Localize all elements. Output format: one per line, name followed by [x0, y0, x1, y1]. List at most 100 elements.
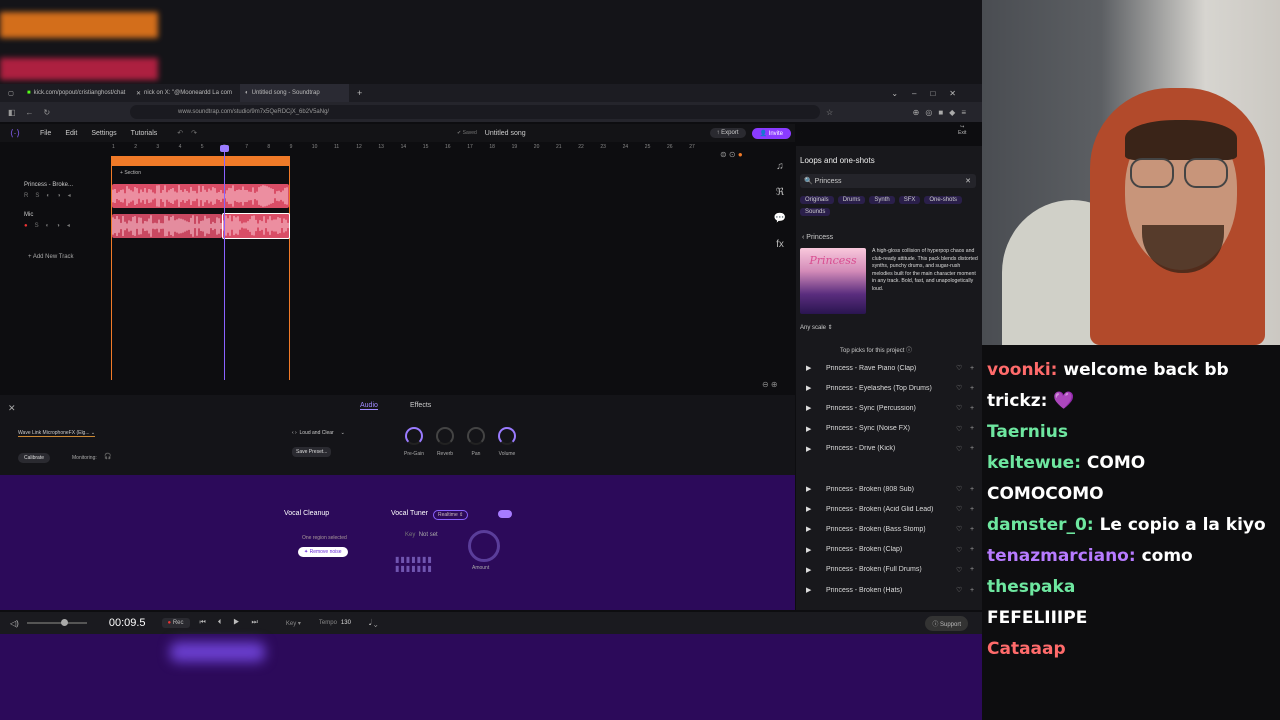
- knob-volume[interactable]: Volume: [495, 427, 519, 457]
- filter-drums[interactable]: Drums: [837, 196, 866, 204]
- add-track-button[interactable]: + Add New Track: [28, 254, 74, 260]
- knob-pre-gain[interactable]: Pre-Gain: [402, 427, 426, 457]
- master-volume-icon[interactable]: ◁): [10, 619, 19, 628]
- loop-item[interactable]: ▶ Princess - Broken (Clap) ♡ +: [796, 540, 982, 560]
- track-header-1[interactable]: Princess - Broke... RS◐◑◂: [10, 182, 108, 208]
- window-controls[interactable]: ⌄–□✕: [891, 89, 970, 98]
- knob-reverb[interactable]: Reverb: [433, 427, 457, 457]
- side-icon-column[interactable]: ♫ ℜ 💬 fx: [772, 154, 788, 258]
- playhead-handle[interactable]: [220, 145, 229, 152]
- vocal-tuner-toggle[interactable]: [498, 510, 512, 518]
- back-to-packs-link[interactable]: ‹ Princess: [802, 234, 833, 241]
- tab-audio[interactable]: Audio: [360, 402, 378, 410]
- browser-tab[interactable]: ■ kick.com/popout/cristianghost/chat: [22, 84, 131, 102]
- add-icon: +: [970, 505, 975, 513]
- loop-item[interactable]: ▶ Princess - Drive (Kick) ♡ +: [796, 439, 982, 459]
- menu-tutorials[interactable]: Tutorials: [131, 130, 158, 137]
- timeline-tools[interactable]: ⊜ ⊙ ●: [720, 150, 743, 159]
- knob-dial: [436, 427, 454, 445]
- soundtrap-logo-icon[interactable]: ⟨·⟩: [10, 128, 20, 139]
- preset-select[interactable]: ‹ › Loud and Clear ⌄: [292, 430, 345, 436]
- tab-effects[interactable]: Effects: [410, 402, 431, 409]
- filter-originals[interactable]: Originals: [800, 196, 834, 204]
- play-icon: ▶: [806, 486, 812, 493]
- filter-sfx[interactable]: SFX: [898, 196, 921, 204]
- bookmark-star-icon[interactable]: ☆: [826, 108, 833, 117]
- scale-select[interactable]: Any scale ⇕: [800, 324, 833, 331]
- track-controls[interactable]: RS◐◑◂: [10, 192, 108, 199]
- url-input[interactable]: www.soundtrap.com/studio/9m7x5QeRDCjX_6b…: [130, 105, 820, 119]
- favorite-icon: ♡: [956, 486, 963, 493]
- add-icon: +: [970, 566, 975, 574]
- play-icon: ▶: [806, 425, 812, 433]
- input-device-select[interactable]: Wave Link MicrophoneFX (Elg... ⌄: [18, 430, 96, 437]
- support-button[interactable]: ⓘ Support: [925, 615, 968, 631]
- remove-noise-button[interactable]: ✦ Remove noise: [298, 547, 348, 557]
- vocal-tuner-title: Vocal Tuner: [391, 510, 428, 517]
- kick-icon: ■: [27, 90, 31, 96]
- redo-icon[interactable]: ↷: [191, 129, 197, 137]
- new-tab-icon[interactable]: +: [357, 88, 362, 98]
- loop-item[interactable]: ▶ Princess - Broken (Hats) ♡ +: [796, 580, 982, 600]
- track-header-2[interactable]: Mic ●S◐◑◂: [10, 212, 108, 238]
- loop-item[interactable]: ▶ Princess - Sync (Noise FX) ♡ +: [796, 419, 982, 439]
- chat-username: keltewue:: [987, 453, 1087, 473]
- tab-list-icon[interactable]: ▢: [0, 90, 22, 97]
- ruler-tick: 4: [178, 144, 182, 150]
- chat-message: Taernius: [987, 422, 1068, 442]
- export-button[interactable]: ↑ Export: [709, 128, 746, 138]
- master-volume-slider[interactable]: [26, 619, 87, 626]
- audio-clip-princess[interactable]: [112, 184, 289, 208]
- chat-username: Taernius: [987, 422, 1068, 442]
- nav-buttons[interactable]: ◧←↻: [8, 108, 60, 117]
- playback-controls[interactable]: ⏮⏴▶⏭: [200, 619, 270, 627]
- track-controls[interactable]: ●S◐◑◂: [10, 222, 108, 229]
- loop-name: Princess - Broken (Hats): [826, 586, 903, 594]
- metronome-icon[interactable]: 𝅘𝅥 ⌄: [369, 618, 378, 628]
- realtime-select[interactable]: Realtime ⇕: [433, 510, 469, 520]
- undo-icon[interactable]: ↶: [177, 129, 183, 137]
- playhead[interactable]: [224, 147, 225, 380]
- key-selector-transport[interactable]: Key ▾: [286, 620, 301, 627]
- pack-cover-art[interactable]: Princess: [800, 248, 866, 314]
- amount-knob[interactable]: [468, 530, 500, 562]
- loop-item[interactable]: ▶ Princess - Sync (Percussion) ♡ +: [796, 398, 982, 418]
- filter-synth[interactable]: Synth: [869, 196, 895, 204]
- timeline-ruler[interactable]: 1234567891011121314151617181920212223242…: [110, 144, 790, 154]
- tempo-value[interactable]: 130: [341, 620, 351, 626]
- menu-edit[interactable]: Edit: [65, 130, 77, 137]
- filter-sounds[interactable]: Sounds: [800, 208, 831, 216]
- loop-item[interactable]: ▶ Princess - Broken (Acid Glid Lead) ♡ +: [796, 499, 982, 519]
- loop-item[interactable]: ▶ Princess - Broken (Bass Stomp) ♡ +: [796, 519, 982, 539]
- exit-button[interactable]: ↪ Exit: [958, 124, 966, 136]
- save-preset-button[interactable]: Save Preset...: [292, 447, 332, 457]
- loop-name: Princess - Drive (Kick): [826, 445, 896, 453]
- browser-tab[interactable]: ✕ nick on X: "@Mooneardd La com: [131, 84, 240, 102]
- add-icon: +: [970, 404, 975, 412]
- song-title[interactable]: Untitled song: [485, 130, 526, 137]
- loop-item[interactable]: ▶ Princess - Broken (808 Sub) ♡ +: [796, 479, 982, 499]
- region-hint: One region selected: [302, 535, 347, 541]
- monitoring-toggle[interactable]: 🎧: [104, 453, 111, 460]
- filter-one-shots[interactable]: One-shots: [924, 196, 963, 204]
- menu-file[interactable]: File: [40, 130, 51, 137]
- browser-tab-active[interactable]: ◐ Untitled song - Soundtrap: [240, 84, 349, 102]
- audio-clip-mic-2-selected[interactable]: [222, 213, 290, 239]
- key-selector[interactable]: ▮▮▮▮▮▮▮ ▮▮▮▮▮▮▮: [395, 555, 433, 573]
- audio-clip-mic-1[interactable]: [112, 214, 222, 238]
- close-icon[interactable]: ✕: [8, 403, 16, 414]
- saved-status: ✔ Saved: [457, 130, 477, 136]
- calibrate-button[interactable]: Calibrate: [18, 453, 51, 463]
- chat-message: thespaka: [987, 577, 1075, 597]
- record-button[interactable]: ● Rec: [161, 618, 190, 628]
- loop-item[interactable]: ▶ Princess - Rave Piano (Clap) ♡ +: [796, 358, 982, 378]
- loop-item[interactable]: ▶ Princess - Broken (Full Drums) ♡ +: [796, 560, 982, 580]
- menu-settings[interactable]: Settings: [91, 130, 116, 137]
- extension-icons[interactable]: ⊕◎■◆≡: [913, 108, 972, 117]
- loop-item[interactable]: ▶ Princess - Eyelashes (Top Drums) ♡ +: [796, 378, 982, 398]
- invite-button[interactable]: 👤 Invite: [751, 127, 791, 139]
- knob-pan[interactable]: Pan: [464, 427, 488, 457]
- loops-panel: Loops and one-shots 🔍 Princess ✕ Original…: [796, 146, 982, 610]
- loop-search-input[interactable]: 🔍 Princess ✕: [800, 174, 976, 188]
- zoom-controls[interactable]: ⊖ ⊕: [762, 380, 778, 389]
